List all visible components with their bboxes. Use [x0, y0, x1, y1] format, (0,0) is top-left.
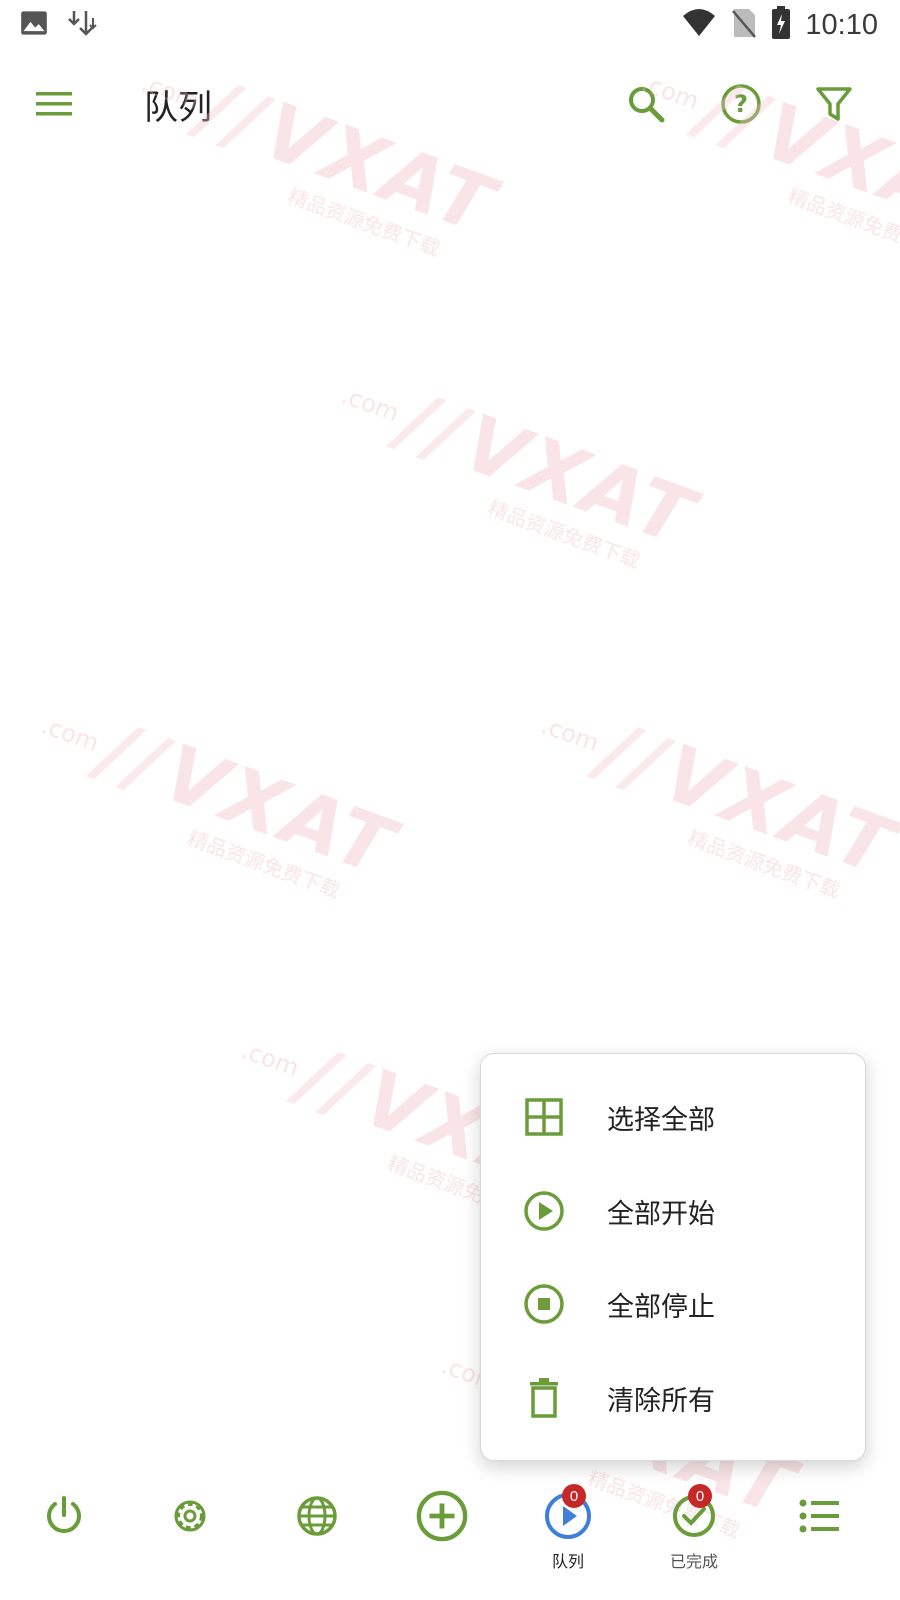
filter-icon [816, 87, 852, 121]
menu-item-label: 全部停止 [607, 1291, 715, 1323]
check-circle-icon: 0 [668, 1484, 720, 1542]
queue-badge: 0 [562, 1484, 586, 1508]
search-icon [629, 87, 665, 123]
watermark: .com //VXAT 精品资源免费下载 [537, 705, 900, 903]
status-time: 10:10 [805, 8, 878, 41]
hamburger-icon [36, 92, 72, 116]
nav-settings[interactable] [145, 1480, 235, 1590]
bottom-nav: 0 队列 0 已完成 [0, 1480, 900, 1600]
menu-item-stop-all[interactable]: 全部停止 [481, 1257, 865, 1351]
nav-label: 队列 [551, 1552, 584, 1571]
globe-icon [291, 1490, 343, 1542]
completed-badge: 0 [688, 1484, 712, 1508]
menu-item-label: 选择全部 [607, 1104, 715, 1136]
menu-item-clear-all[interactable]: 清除所有 [481, 1351, 865, 1445]
page-title: 队列 [144, 88, 212, 128]
menu-item-label: 全部开始 [607, 1198, 715, 1230]
nav-power[interactable] [19, 1480, 109, 1590]
power-icon [38, 1490, 90, 1542]
play-circle-icon [521, 1188, 567, 1234]
svg-text:?: ? [734, 90, 748, 118]
menu-item-label: 清除所有 [607, 1385, 715, 1417]
image-icon [20, 10, 48, 40]
stop-circle-icon [521, 1281, 567, 1327]
list-icon [794, 1490, 846, 1542]
download-icon [66, 8, 100, 42]
search-button[interactable] [616, 74, 676, 134]
watermark: .com //VXAT 精品资源免费下载 [37, 705, 407, 903]
menu-item-start-all[interactable]: 全部开始 [481, 1164, 865, 1258]
menu-button[interactable] [26, 76, 82, 132]
menu-item-select-all[interactable]: 选择全部 [481, 1070, 865, 1164]
app-bar: 队列 ? [0, 60, 900, 146]
nav-browser[interactable] [272, 1480, 362, 1590]
help-button[interactable]: ? [711, 74, 771, 134]
filter-button[interactable] [804, 74, 864, 134]
grid-icon [521, 1094, 567, 1140]
nav-label: 已完成 [669, 1552, 718, 1571]
nav-queue[interactable]: 0 队列 [523, 1480, 613, 1590]
gear-icon [164, 1490, 216, 1542]
overflow-menu: 选择全部 全部开始 全部停止 清除所有 [480, 1053, 866, 1461]
nav-list[interactable] [775, 1480, 865, 1590]
watermark: .com //VXAT 精品资源免费下载 [337, 375, 707, 573]
no-sim-icon [731, 7, 757, 43]
battery-charging-icon [771, 6, 791, 44]
nav-completed[interactable]: 0 已完成 [649, 1480, 739, 1590]
play-circle-icon: 0 [542, 1484, 594, 1542]
add-circle-icon [416, 1490, 468, 1542]
status-bar: 10:10 [0, 0, 900, 50]
wifi-icon [681, 8, 717, 42]
trash-icon [521, 1375, 567, 1421]
nav-add[interactable] [397, 1480, 487, 1590]
help-icon: ? [721, 84, 761, 124]
